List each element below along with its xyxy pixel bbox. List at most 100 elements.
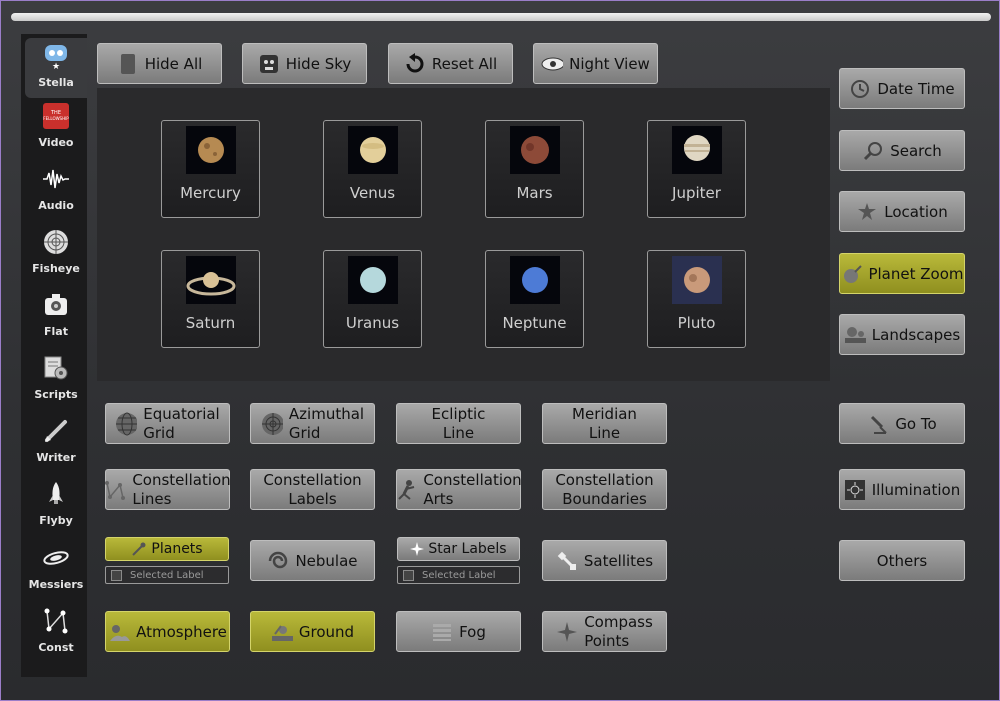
jupiter-image: [671, 126, 722, 174]
uranus-image: [347, 256, 398, 304]
scripts-icon: [42, 354, 70, 382]
mars-image: [509, 126, 560, 174]
nebula-icon: [267, 550, 289, 572]
pluto-image: [671, 256, 722, 304]
hide-all-icon: [117, 53, 139, 75]
planets-selected-label-checkbox[interactable]: Selected Label: [105, 566, 229, 584]
landscape-icon: [844, 324, 866, 346]
audio-waveform-icon: [42, 165, 70, 193]
pen-icon: [42, 417, 70, 445]
planet-pluto-button[interactable]: Pluto: [647, 250, 746, 348]
checkbox-icon: [403, 569, 414, 581]
sidebar-item-messiers[interactable]: Messiers: [25, 540, 87, 600]
hide-sky-button[interactable]: Hide Sky: [242, 43, 367, 84]
satellite-icon: [556, 550, 578, 572]
planet-zoom-icon: [840, 263, 863, 285]
planet-neptune-button[interactable]: Neptune: [485, 250, 584, 348]
title-bar: [11, 13, 991, 21]
ecliptic-line-button[interactable]: Ecliptic Line: [396, 403, 521, 444]
constellation-lines-icon: [104, 479, 126, 501]
sidebar-item-audio[interactable]: Audio: [25, 161, 87, 221]
sidebar-item-flat[interactable]: Flat: [25, 287, 87, 347]
sidebar-item-label: Flyby: [39, 514, 73, 527]
compass-star-icon: [556, 621, 578, 643]
sidebar-item-label: Stella: [38, 76, 74, 89]
ground-icon: [271, 621, 293, 643]
nebulae-button[interactable]: Nebulae: [250, 540, 375, 581]
rocket-icon: [42, 480, 70, 508]
planet-mars-button[interactable]: Mars: [485, 120, 584, 218]
reset-all-button[interactable]: Reset All: [388, 43, 513, 84]
eye-icon: [541, 53, 564, 75]
constellation-arts-icon: [395, 479, 417, 501]
sidebar-item-flyby[interactable]: Flyby: [25, 476, 87, 536]
meridian-line-button[interactable]: Meridian Line: [542, 403, 667, 444]
sidebar-item-scripts[interactable]: Scripts: [25, 350, 87, 410]
illumination-button[interactable]: Illumination: [839, 469, 965, 510]
planet-zoom-button[interactable]: Planet Zoom: [839, 253, 965, 294]
star-labels-button[interactable]: Star Labels: [397, 537, 520, 561]
checkbox-icon: [111, 569, 122, 581]
azimuthal-grid-button[interactable]: Azimuthal Grid: [250, 403, 375, 444]
video-icon: THE FELLOWSHIP: [42, 102, 70, 130]
sidebar-item-fisheye[interactable]: Fisheye: [25, 224, 87, 284]
reset-icon: [404, 52, 426, 75]
constellation-icon: [42, 607, 70, 635]
sidebar-item-const[interactable]: Const: [25, 603, 87, 663]
night-view-button[interactable]: Night View: [533, 43, 658, 84]
atmosphere-button[interactable]: Atmosphere: [105, 611, 230, 652]
hide-sky-icon: [258, 53, 280, 75]
neptune-image: [509, 256, 560, 304]
sidebar-item-label: Const: [38, 641, 74, 654]
compass-points-button[interactable]: Compass Points: [542, 611, 667, 652]
location-button[interactable]: Location: [839, 191, 965, 232]
stella-icon: ★: [42, 42, 70, 70]
planet-venus-button[interactable]: Venus: [323, 120, 422, 218]
constellation-lines-button[interactable]: Constellation Lines: [104, 469, 231, 510]
atmosphere-icon: [108, 621, 131, 643]
equatorial-grid-button[interactable]: Equatorial Grid: [105, 403, 230, 444]
sidebar-item-label: Writer: [36, 451, 76, 464]
planet-mercury-button[interactable]: Mercury: [161, 120, 260, 218]
hide-all-button[interactable]: Hide All: [97, 43, 222, 84]
azimuthal-grid-icon: [261, 412, 283, 435]
constellation-boundaries-button[interactable]: Constellation Boundaries: [542, 469, 667, 510]
sidebar-item-label: Fisheye: [32, 262, 80, 275]
sidebar-item-video[interactable]: THE FELLOWSHIP Video: [25, 98, 87, 158]
sidebar-item-stella[interactable]: ★ Stella: [25, 38, 87, 98]
planet-uranus-button[interactable]: Uranus: [323, 250, 422, 348]
mercury-image: [185, 126, 236, 174]
landscapes-button[interactable]: Landscapes: [839, 314, 965, 355]
galaxy-icon: [42, 544, 70, 572]
flat-camera-icon: [42, 291, 70, 319]
planets-toggle-button[interactable]: Planets: [105, 537, 229, 561]
fisheye-icon: [42, 228, 70, 256]
sidebar-item-label: Messiers: [28, 578, 84, 591]
sidebar-item-writer[interactable]: Writer: [25, 413, 87, 473]
ground-button[interactable]: Ground: [250, 611, 375, 652]
star-selected-label-checkbox[interactable]: Selected Label: [397, 566, 520, 584]
planet-saturn-button[interactable]: Saturn: [161, 250, 260, 348]
search-button[interactable]: Search: [839, 130, 965, 171]
venus-image: [347, 126, 398, 174]
constellation-labels-button[interactable]: Constellation Labels: [250, 469, 375, 510]
constellation-arts-button[interactable]: Constellation Arts: [395, 469, 522, 510]
satellites-button[interactable]: Satellites: [542, 540, 667, 581]
go-to-button[interactable]: Go To: [839, 403, 965, 444]
sidebar-item-label: Scripts: [34, 388, 78, 401]
saturn-image: [185, 256, 236, 304]
planets-comet-icon: [131, 541, 147, 557]
fog-button[interactable]: Fog: [396, 611, 521, 652]
planet-jupiter-button[interactable]: Jupiter: [647, 120, 746, 218]
date-time-button[interactable]: Date Time: [839, 68, 965, 109]
location-star-icon: [856, 201, 878, 223]
sidebar-item-label: Video: [38, 136, 74, 149]
illumination-icon: [844, 479, 866, 501]
sidebar-item-label: Audio: [38, 199, 74, 212]
search-icon: [862, 140, 884, 162]
svg-text:FELLOWSHIP: FELLOWSHIP: [43, 116, 69, 121]
star-sparkle-icon: [410, 542, 425, 556]
svg-text:★: ★: [52, 62, 60, 70]
others-button[interactable]: Others: [839, 540, 965, 581]
clock-icon: [849, 78, 871, 100]
